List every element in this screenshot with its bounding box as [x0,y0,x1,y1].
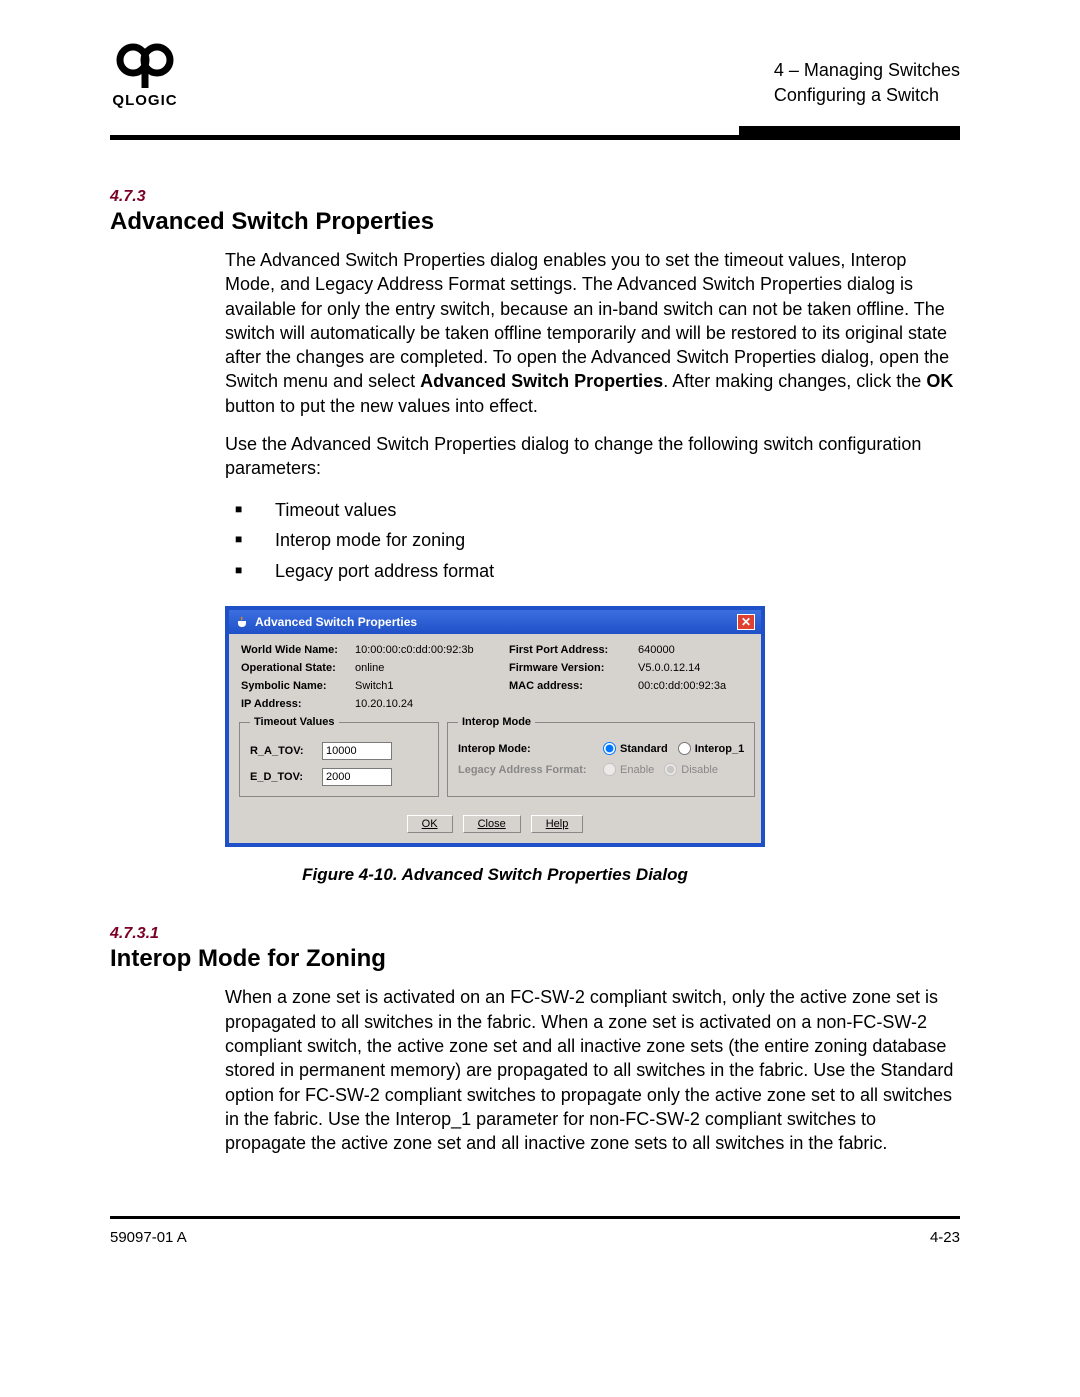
dialog-info-grid: World Wide Name: 10:00:00:c0:dd:00:92:3b… [229,634,761,716]
ip-value: 10.20.10.24 [355,698,505,710]
footer-doc-id: 59097-01 A [110,1229,187,1246]
page-header-text: 4 – Managing Switches Configuring a Swit… [774,40,960,108]
wwn-label: World Wide Name: [241,644,351,656]
radio-standard[interactable] [603,742,616,755]
radio-interop1-label: Interop_1 [695,743,745,755]
figure-caption: Figure 4-10. Advanced Switch Properties … [225,865,765,885]
paragraph: When a zone set is activated on an FC-SW… [225,985,960,1155]
legacy-disable-radio: Disable [664,763,718,776]
edtov-input[interactable] [322,768,392,786]
section-number: 4.7.3 [110,188,960,206]
dialog-titlebar: Advanced Switch Properties ✕ [229,610,761,634]
legacy-enable-radio: Enable [603,763,654,776]
close-icon: ✕ [741,616,751,628]
section-title: Advanced Switch Properties [110,208,960,236]
list-item: Legacy port address format [225,556,960,587]
subsection-title: Interop Mode for Zoning [110,945,960,973]
advanced-switch-properties-dialog: Advanced Switch Properties ✕ World Wide … [225,606,765,847]
interop-1-radio[interactable]: Interop_1 [678,742,745,755]
timeout-legend: Timeout Values [250,716,339,728]
ratov-label: R_A_TOV: [250,745,314,757]
radio-enable-label: Enable [620,764,654,776]
timeout-values-group: Timeout Values R_A_TOV: E_D_TOV: [239,716,439,797]
fw-value: V5.0.0.12.14 [638,662,758,674]
opstate-value: online [355,662,505,674]
interop-mode-group: Interop Mode Interop Mode: Standard Inte… [447,716,755,797]
wwn-value: 10:00:00:c0:dd:00:92:3b [355,644,505,656]
paragraph: Use the Advanced Switch Properties dialo… [225,432,960,481]
interop-standard-radio[interactable]: Standard [603,742,668,755]
radio-enable [603,763,616,776]
header-black-bar [739,126,960,140]
svg-text:QLOGIC: QLOGIC [112,92,177,109]
close-button[interactable]: ✕ [737,614,755,630]
list-item: Timeout values [225,495,960,526]
ip-label: IP Address: [241,698,351,710]
list-item: Interop mode for zoning [225,525,960,556]
help-button[interactable]: Help [531,815,584,833]
mac-value: 00:c0:dd:00:92:3a [638,680,758,692]
paragraph: The Advanced Switch Properties dialog en… [225,248,960,418]
close-button-dialog[interactable]: Close [463,815,521,833]
fpa-label: First Port Address: [509,644,634,656]
chapter-ref: 4 – Managing Switches [774,58,960,83]
qlogic-logo: QLOGIC [110,40,180,115]
radio-interop1[interactable] [678,742,691,755]
section-ref: Configuring a Switch [774,83,960,108]
java-cup-icon [235,615,249,629]
radio-disable [664,763,677,776]
fw-label: Firmware Version: [509,662,634,674]
ok-button[interactable]: OK [407,815,453,833]
bullet-list: Timeout values Interop mode for zoning L… [225,495,960,587]
page-footer: 59097-01 A 4-23 [110,1219,960,1246]
edtov-label: E_D_TOV: [250,771,314,783]
footer-page-num: 4-23 [930,1229,960,1246]
ratov-input[interactable] [322,742,392,760]
sym-value: Switch1 [355,680,505,692]
fpa-value: 640000 [638,644,758,656]
interop-legend: Interop Mode [458,716,535,728]
legacy-label: Legacy Address Format: [458,764,593,776]
radio-disable-label: Disable [681,764,718,776]
dialog-title: Advanced Switch Properties [255,615,417,629]
interop-mode-label: Interop Mode: [458,743,593,755]
radio-standard-label: Standard [620,743,668,755]
mac-label: MAC address: [509,680,634,692]
sym-label: Symbolic Name: [241,680,351,692]
subsection-number: 4.7.3.1 [110,925,960,943]
opstate-label: Operational State: [241,662,351,674]
